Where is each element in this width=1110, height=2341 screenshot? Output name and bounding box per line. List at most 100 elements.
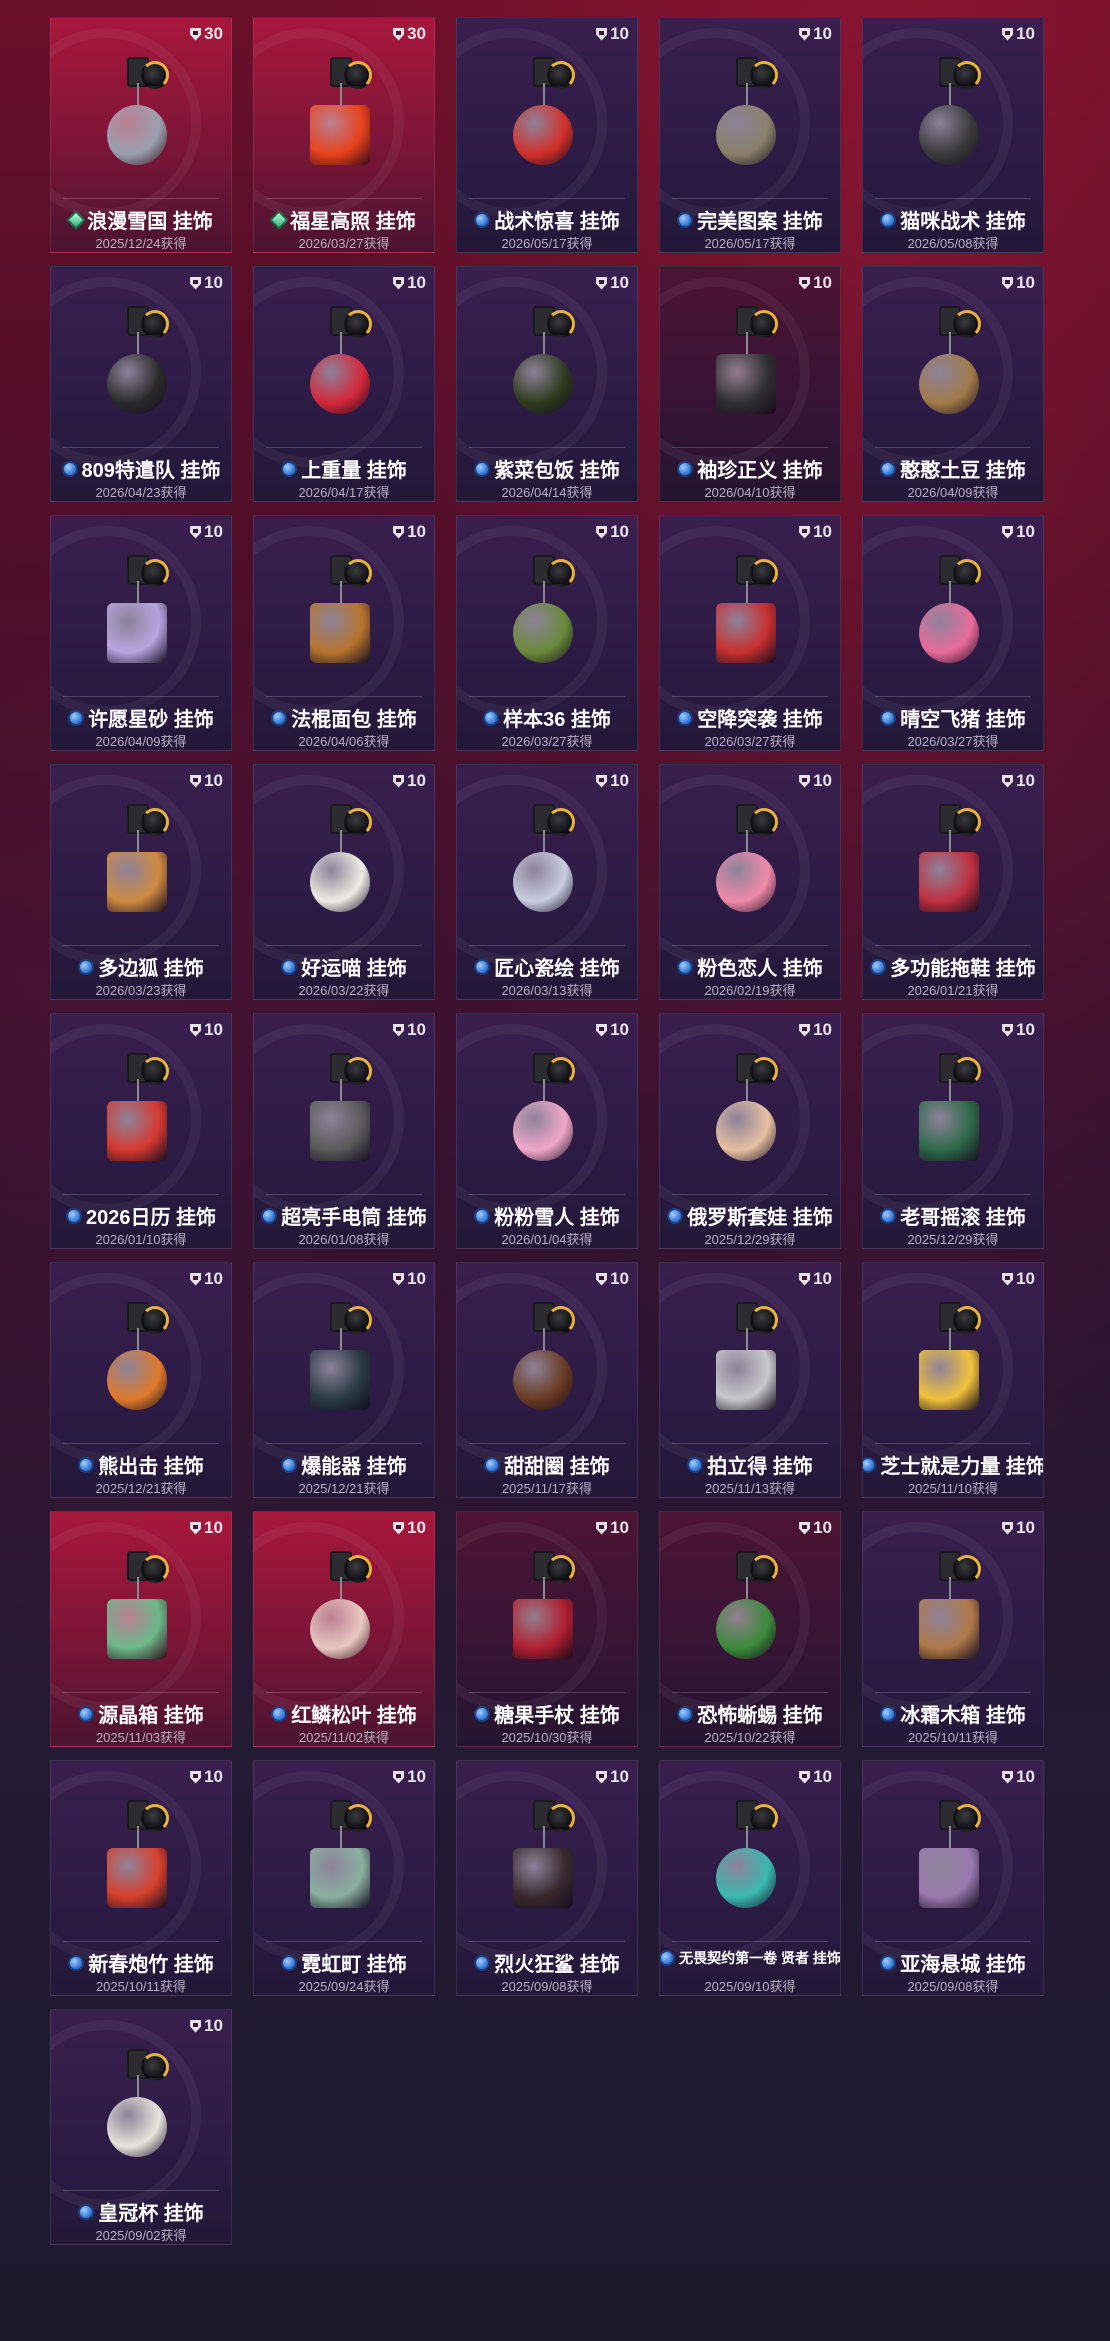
- value-label: 10: [407, 1020, 426, 1039]
- charm-string: [746, 83, 748, 105]
- value-label: 10: [204, 273, 223, 292]
- charm-card[interactable]: 10 熊出击 挂饰 2025/12/21获得: [50, 1262, 232, 1498]
- charm-card[interactable]: 10 晴空飞猪 挂饰 2026/03/27获得: [862, 515, 1044, 751]
- charm-card[interactable]: 10 完美图案 挂饰 2026/05/17获得: [659, 17, 841, 253]
- charm-name: 好运喵 挂饰: [254, 952, 434, 981]
- charm-image: [660, 790, 840, 935]
- charm-card[interactable]: 10 粉色恋人 挂饰 2026/02/19获得: [659, 764, 841, 1000]
- charm-card[interactable]: 10 多功能拖鞋 挂饰 2026/01/21获得: [862, 764, 1044, 1000]
- charm-card[interactable]: 10 芝士就是力量 挂饰 2025/11/10获得: [862, 1262, 1044, 1498]
- charm-card[interactable]: 10 粉粉雪人 挂饰 2026/01/04获得: [456, 1013, 638, 1249]
- charm-name-text: 亚海悬城 挂饰: [900, 1954, 1026, 1976]
- value-label: 10: [407, 771, 426, 790]
- divider: [672, 696, 828, 697]
- value-badge: 10: [1002, 771, 1035, 791]
- charm-card[interactable]: 10 糖果手杖 挂饰 2025/10/30获得: [456, 1511, 638, 1747]
- charm-string: [137, 581, 139, 603]
- shield-icon: [1002, 1272, 1014, 1286]
- value-badge: 10: [190, 771, 223, 791]
- charm-card[interactable]: 10 战术惊喜 挂饰 2026/05/17获得: [456, 17, 638, 253]
- charm-card[interactable]: 10 憨憨土豆 挂饰 2026/04/09获得: [862, 266, 1044, 502]
- charm-card[interactable]: 10 猫咪战术 挂饰 2026/05/08获得: [862, 17, 1044, 253]
- charm-icon: [107, 1101, 167, 1161]
- charm-card[interactable]: 10 老哥摇滚 挂饰 2025/12/29获得: [862, 1013, 1044, 1249]
- charm-card[interactable]: 10 甜甜圈 挂饰 2025/11/17获得: [456, 1262, 638, 1498]
- charm-card[interactable]: 10 样本36 挂饰 2026/03/27获得: [456, 515, 638, 751]
- charm-image: [863, 1039, 1043, 1184]
- rarity-gem-icon: [68, 1954, 85, 1971]
- charm-card[interactable]: 10 无畏契约第一卷 贤者 挂饰 2025/09/10获得: [659, 1760, 841, 1996]
- charm-card[interactable]: 10 809特遣队 挂饰 2026/04/23获得: [50, 266, 232, 502]
- divider: [469, 1194, 625, 1195]
- charm-image: [863, 43, 1043, 188]
- charm-card[interactable]: 30 福星高照 挂饰 2026/03/27获得: [253, 17, 435, 253]
- shield-icon: [799, 1521, 811, 1535]
- rarity-gem-icon: [281, 1456, 298, 1473]
- charm-card[interactable]: 10 新春炮竹 挂饰 2025/10/11获得: [50, 1760, 232, 1996]
- charm-card[interactable]: 10 俄罗斯套娃 挂饰 2025/12/29获得: [659, 1013, 841, 1249]
- value-badge: 10: [1002, 522, 1035, 542]
- value-badge: 10: [596, 273, 629, 293]
- charm-card[interactable]: 10 超亮手电筒 挂饰 2026/01/08获得: [253, 1013, 435, 1249]
- charm-card[interactable]: 10 红鳞松叶 挂饰 2025/11/02获得: [253, 1511, 435, 1747]
- rarity-gem-icon: [474, 958, 491, 975]
- charm-card[interactable]: 30 浪漫雪国 挂饰 2025/12/24获得: [50, 17, 232, 253]
- charm-name-text: 晴空飞猪 挂饰: [900, 709, 1026, 731]
- charm-image: [863, 1288, 1043, 1433]
- charm-image: [51, 43, 231, 188]
- charm-name: 霓虹町 挂饰: [254, 1948, 434, 1977]
- shield-icon: [190, 774, 202, 788]
- divider: [469, 1692, 625, 1693]
- charm-card[interactable]: 10 空降突袭 挂饰 2026/03/27获得: [659, 515, 841, 751]
- shield-icon: [596, 27, 608, 41]
- value-badge: 10: [799, 771, 832, 791]
- divider: [266, 1941, 422, 1942]
- charm-card[interactable]: 10 2026日历 挂饰 2026/01/10获得: [50, 1013, 232, 1249]
- charm-image: [660, 1537, 840, 1682]
- value-label: 10: [813, 522, 832, 541]
- charm-image: [863, 790, 1043, 935]
- charm-name: 样本36 挂饰: [457, 703, 637, 732]
- charm-card[interactable]: 10 皇冠杯 挂饰 2025/09/02获得: [50, 2009, 232, 2245]
- charm-card[interactable]: 10 恐怖蜥蜴 挂饰 2025/10/22获得: [659, 1511, 841, 1747]
- shield-icon: [1002, 276, 1014, 290]
- charm-card[interactable]: 10 匠心瓷绘 挂饰 2026/03/13获得: [456, 764, 638, 1000]
- charm-string: [543, 1328, 545, 1350]
- charm-card[interactable]: 10 袖珍正义 挂饰 2026/04/10获得: [659, 266, 841, 502]
- charm-name-text: 袖珍正义 挂饰: [697, 460, 823, 482]
- charm-card[interactable]: 10 爆能器 挂饰 2025/12/21获得: [253, 1262, 435, 1498]
- charm-card[interactable]: 10 霓虹町 挂饰 2025/09/24获得: [253, 1760, 435, 1996]
- charm-icon: [107, 1848, 167, 1908]
- shield-icon: [1002, 774, 1014, 788]
- charm-card[interactable]: 10 烈火狂鲨 挂饰 2025/09/08获得: [456, 1760, 638, 1996]
- charm-image: [457, 1786, 637, 1931]
- charm-string: [543, 581, 545, 603]
- value-label: 10: [1016, 1020, 1035, 1039]
- shield-icon: [1002, 525, 1014, 539]
- charm-card[interactable]: 10 上重量 挂饰 2026/04/17获得: [253, 266, 435, 502]
- charm-name-text: 2026日历 挂饰: [85, 1207, 217, 1229]
- charm-icon: [310, 1599, 370, 1659]
- charm-card[interactable]: 10 法棍面包 挂饰 2026/04/06获得: [253, 515, 435, 751]
- charm-name-text: 样本36 挂饰: [503, 709, 611, 731]
- charm-card[interactable]: 10 紫菜包饭 挂饰 2026/04/14获得: [456, 266, 638, 502]
- shield-icon: [190, 27, 202, 41]
- shield-icon: [190, 276, 202, 290]
- charm-card[interactable]: 10 好运喵 挂饰 2026/03/22获得: [253, 764, 435, 1000]
- charm-card[interactable]: 10 亚海悬城 挂饰 2025/09/08获得: [862, 1760, 1044, 1996]
- charm-card[interactable]: 10 许愿星砂 挂饰 2026/04/09获得: [50, 515, 232, 751]
- acquired-date: 2026/04/14获得: [501, 485, 593, 500]
- charm-name-text: 匠心瓷绘 挂饰: [494, 958, 620, 980]
- charm-card[interactable]: 10 冰霜木箱 挂饰 2025/10/11获得: [862, 1511, 1044, 1747]
- charm-card[interactable]: 10 源晶箱 挂饰 2025/11/03获得: [50, 1511, 232, 1747]
- acquired-date: 2025/12/21获得: [298, 1481, 390, 1496]
- charm-string: [543, 1079, 545, 1101]
- acquired-date: 2025/12/21获得: [95, 1481, 187, 1496]
- charm-card[interactable]: 10 拍立得 挂饰 2025/11/13获得: [659, 1262, 841, 1498]
- charm-name: 空降突袭 挂饰: [660, 703, 840, 732]
- shield-icon: [799, 276, 811, 290]
- value-label: 10: [813, 1767, 832, 1786]
- charm-card[interactable]: 10 多边狐 挂饰 2026/03/23获得: [50, 764, 232, 1000]
- acquired-date: 2026/04/09获得: [907, 485, 999, 500]
- charm-icon: [716, 1599, 776, 1659]
